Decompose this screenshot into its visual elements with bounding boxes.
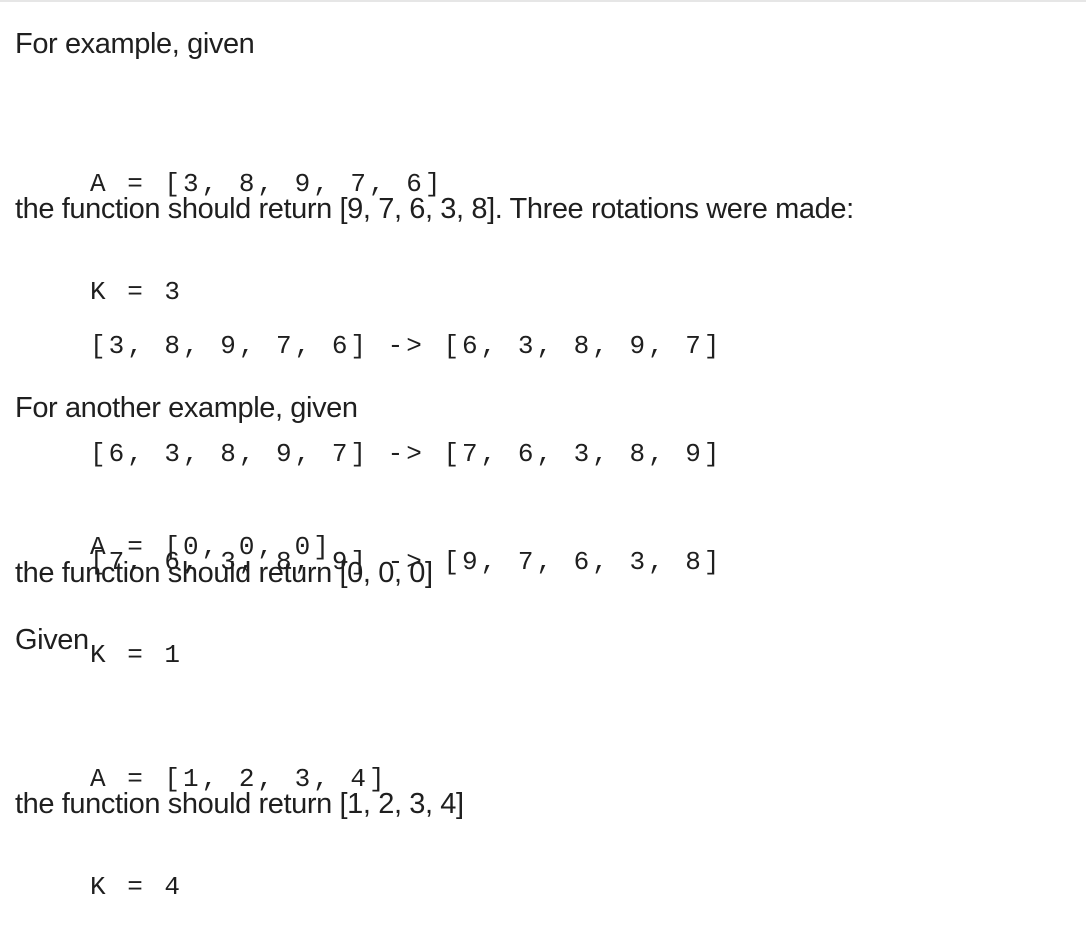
example-3-k-line: K = 4 [90,872,184,902]
result-paragraph-2: the function should return [0, 0, 0] [15,557,433,589]
intro-paragraph-1: For example, given [15,28,255,60]
result-paragraph-1: the function should return [9, 7, 6, 3, … [15,193,854,225]
example-2-k-line: K = 1 [90,640,184,670]
top-divider [0,0,1086,2]
rotation-line-1: [3, 8, 9, 7, 6] -> [6, 3, 8, 9, 7] [90,331,723,361]
intro-paragraph-3: Given [15,624,89,656]
intro-paragraph-2: For another example, given [15,392,358,424]
result-paragraph-3: the function should return [1, 2, 3, 4] [15,788,464,820]
